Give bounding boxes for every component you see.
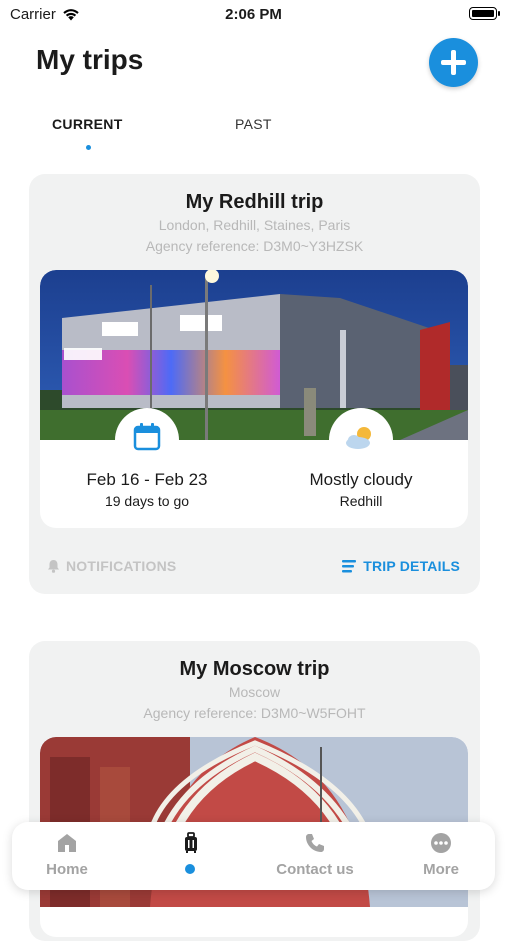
trip-card-redhill[interactable]: My Redhill trip London, Redhill, Staines… — [29, 174, 480, 594]
add-trip-button[interactable] — [429, 38, 478, 87]
nav-contact-us[interactable]: Contact us — [260, 822, 370, 890]
partly-cloudy-icon — [346, 427, 371, 449]
list-icon — [342, 559, 357, 572]
notifications-button[interactable]: NOTIFICATIONS — [47, 558, 176, 574]
tab-past[interactable]: PAST — [235, 116, 272, 132]
luggage-icon — [185, 832, 197, 853]
agency-reference: Agency reference: D3M0~W5FOHT — [143, 705, 366, 721]
calendar-icon — [133, 423, 161, 451]
weather-badge — [329, 408, 393, 472]
trip-title: My Redhill trip — [185, 191, 324, 213]
trip-dates: Feb 16 - Feb 23 — [86, 470, 208, 489]
nav-home[interactable]: Home — [12, 822, 122, 890]
trip-details-button[interactable]: TRIP DETAILS — [342, 558, 460, 574]
active-nav-indicator — [185, 864, 195, 874]
nav-more-label: More — [423, 861, 459, 878]
trip-summary[interactable]: Feb 16 - Feb 23 19 days to go Mostly clo… — [40, 270, 468, 528]
bottom-navigation: Home Contact us More — [12, 822, 495, 890]
nav-home-label: Home — [46, 861, 88, 878]
trip-card-moscow[interactable]: My Moscow trip Moscow Agency reference: … — [29, 641, 480, 941]
trip-destinations: London, Redhill, Staines, Paris — [158, 217, 351, 233]
trip-title: My Moscow trip — [179, 658, 330, 680]
trip-destinations: Moscow — [228, 684, 281, 700]
nav-trips[interactable] — [136, 822, 246, 890]
agency-reference: Agency reference: D3M0~Y3HZSK — [145, 238, 364, 254]
battery-icon — [469, 7, 500, 20]
page-title: My trips — [36, 44, 144, 75]
trip-details-label: TRIP DETAILS — [363, 558, 460, 574]
weather-condition: Mostly cloudy — [309, 470, 413, 489]
nav-contact-us-label: Contact us — [276, 861, 354, 878]
phone-icon — [306, 834, 324, 852]
clock: 2:06 PM — [225, 6, 282, 23]
trip-countdown: 19 days to go — [104, 493, 190, 509]
calendar-badge — [115, 408, 179, 472]
home-icon — [58, 834, 76, 852]
notifications-label: NOTIFICATIONS — [66, 558, 177, 574]
more-icon — [431, 833, 451, 853]
bell-icon — [48, 560, 59, 573]
nav-more[interactable]: More — [386, 822, 496, 890]
weather-location: Redhill — [339, 493, 383, 509]
status-bar: Carrier 2:06 PM — [0, 0, 507, 30]
active-tab-indicator — [86, 145, 91, 150]
trip-photo — [40, 270, 468, 440]
tab-current[interactable]: CURRENT — [52, 116, 123, 132]
